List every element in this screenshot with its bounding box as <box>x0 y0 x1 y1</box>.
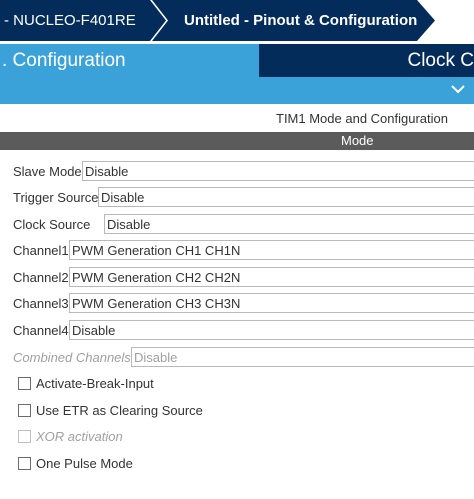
slave-mode-select[interactable]: Disable <box>82 161 474 181</box>
section-title: TIM1 Mode and Configuration <box>276 111 448 126</box>
breadcrumb-project-label: Untitled - Pinout & Configuration <box>184 12 418 29</box>
app-root: - NUCLEO-F401RE Untitled - Pinout & Conf… <box>0 0 474 499</box>
slave-mode-label: Slave Mode <box>13 164 82 179</box>
clock-source-select[interactable]: Disable <box>104 214 474 234</box>
channel4-label: Channel4 <box>13 323 69 338</box>
view-tab-header: . Configuration Clock C <box>0 44 474 104</box>
combined-channels-label: Combined Channels <box>13 350 131 365</box>
mode-section-header: Mode <box>0 132 474 150</box>
breadcrumb-item-project[interactable]: Untitled - Pinout & Configuration <box>152 0 435 41</box>
mode-section-label: Mode <box>341 133 374 148</box>
one-pulse-mode-checkbox[interactable] <box>18 457 31 470</box>
channel1-select[interactable]: PWM Generation CH1 CH1N <box>69 240 474 260</box>
xor-activation-label: XOR activation <box>36 429 123 444</box>
channel3-select[interactable]: PWM Generation CH3 CH3N <box>69 293 474 313</box>
tab-clock-configuration[interactable]: Clock C <box>259 44 474 77</box>
tab-configuration[interactable]: . Configuration <box>0 44 258 77</box>
channel1-label: Channel1 <box>13 243 69 258</box>
activate-break-input-label: Activate-Break-Input <box>36 376 154 391</box>
tab-configuration-label: . Configuration <box>2 49 126 71</box>
xor-activation-row: XOR activation <box>18 429 123 444</box>
clock-source-label: Clock Source <box>13 217 91 232</box>
tab-clock-label: Clock C <box>407 49 474 71</box>
one-pulse-mode-row[interactable]: One Pulse Mode <box>18 456 133 471</box>
use-etr-clearing-checkbox[interactable] <box>18 404 31 417</box>
activate-break-input-checkbox[interactable] <box>18 377 31 390</box>
xor-activation-checkbox <box>18 430 31 443</box>
breadcrumb-board-label: - NUCLEO-F401RE <box>4 12 136 29</box>
use-etr-clearing-label: Use ETR as Clearing Source <box>36 403 203 418</box>
channel4-select[interactable]: Disable <box>69 320 474 340</box>
channel2-label: Channel2 <box>13 270 69 285</box>
trigger-source-select[interactable]: Disable <box>98 187 474 207</box>
combined-channels-select: Disable <box>131 347 474 367</box>
activate-break-input-row[interactable]: Activate-Break-Input <box>18 376 154 391</box>
one-pulse-mode-label: One Pulse Mode <box>36 456 133 471</box>
breadcrumb: - NUCLEO-F401RE Untitled - Pinout & Conf… <box>0 0 474 44</box>
use-etr-clearing-row[interactable]: Use ETR as Clearing Source <box>18 403 203 418</box>
trigger-source-label: Trigger Source <box>13 190 99 205</box>
channel2-select[interactable]: PWM Generation CH2 CH2N <box>69 267 474 287</box>
channel3-label: Channel3 <box>13 296 69 311</box>
chevron-down-icon[interactable] <box>450 81 466 97</box>
